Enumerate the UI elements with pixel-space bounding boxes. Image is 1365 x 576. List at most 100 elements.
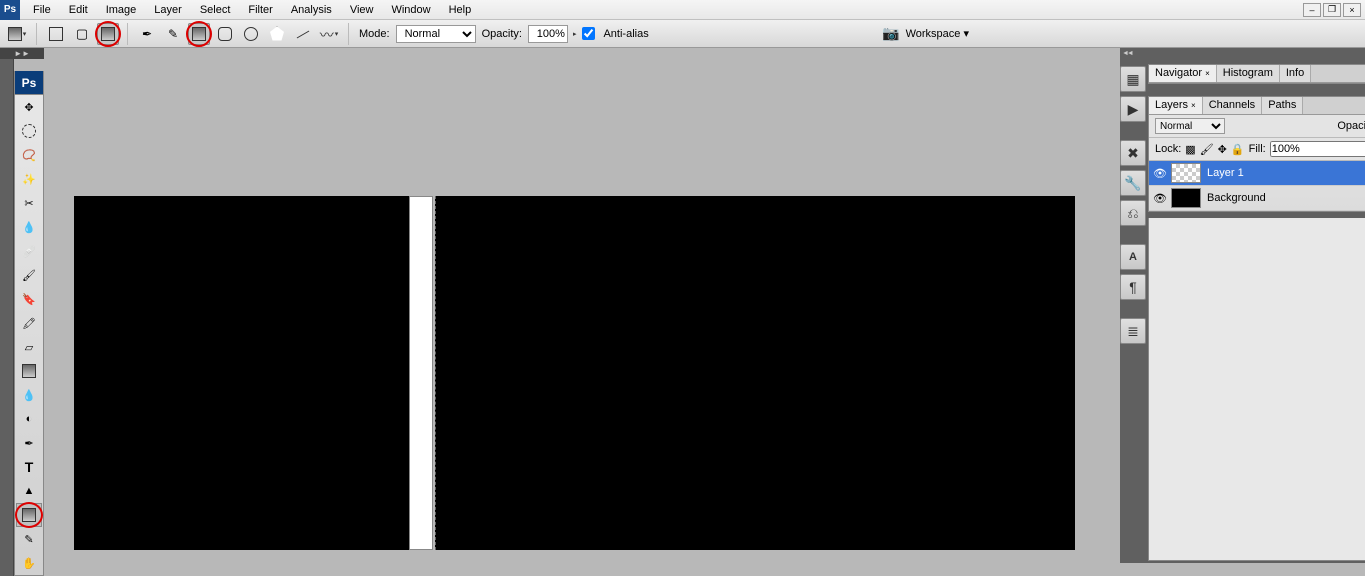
layer-fill-input[interactable] [1270, 141, 1365, 157]
hand-tool[interactable]: ✋ [16, 551, 42, 575]
canvas-black-region-left [74, 196, 409, 550]
lock-all-icon[interactable]: 🔒 [1231, 143, 1245, 156]
paths-tab[interactable]: Paths [1262, 97, 1303, 114]
path-selection-tool[interactable]: ▲ [16, 479, 42, 503]
opacity-flyout-icon[interactable]: ▸ [573, 30, 577, 38]
menu-window[interactable]: Window [382, 2, 439, 18]
menu-help[interactable]: Help [440, 2, 481, 18]
menu-analysis[interactable]: Analysis [282, 2, 341, 18]
layer-row[interactable]: 👁 Background 🔒 [1149, 186, 1365, 211]
eraser-tool[interactable]: ▱ [16, 335, 42, 359]
layer-blend-mode-select[interactable]: Normal [1155, 118, 1225, 134]
pen-tool[interactable]: ✒ [16, 431, 42, 455]
layers-tab[interactable]: Layers× [1149, 97, 1203, 114]
marquee-tool[interactable] [16, 119, 42, 143]
lock-image-icon[interactable]: 🖌 [1200, 143, 1214, 156]
layer-name[interactable]: Background [1207, 192, 1266, 204]
type-tool[interactable]: T [16, 455, 42, 479]
line-shape-icon[interactable] [292, 23, 314, 45]
toolbox-collapse-arrows[interactable]: ►► [0, 48, 44, 59]
lock-label: Lock: [1155, 143, 1181, 155]
tools-panel-icon[interactable]: ✖ [1120, 140, 1146, 166]
layer-visibility-icon[interactable]: 👁 [1153, 167, 1165, 180]
menu-file[interactable]: File [24, 2, 60, 18]
photoshop-logo: Ps [0, 0, 20, 20]
navigator-tab[interactable]: Navigator× [1149, 65, 1217, 82]
rectangle-shape-icon[interactable] [188, 23, 210, 45]
layer-opacity-label: Opacity: [1337, 120, 1365, 132]
canvas-white-strip [409, 196, 433, 550]
shape-layers-mode[interactable] [45, 23, 67, 45]
layer-name[interactable]: Layer 1 [1207, 167, 1244, 179]
navigator-panel-icon[interactable]: ▦ [1120, 66, 1146, 92]
fill-label: Fill: [1249, 143, 1266, 155]
eyedropper-tool[interactable]: 💧 [16, 215, 42, 239]
freeform-pen-icon[interactable]: ✎ [162, 23, 184, 45]
close-button[interactable]: × [1343, 3, 1361, 17]
lock-position-icon[interactable]: ✥ [1218, 143, 1227, 156]
workspace-switcher[interactable]: 📷 Workspace ▾ [882, 25, 969, 42]
move-tool[interactable]: ✥ [16, 95, 42, 119]
layer-thumbnail[interactable] [1171, 163, 1201, 183]
blur-tool[interactable]: 💧 [16, 383, 42, 407]
tool-preset-picker[interactable]: ▾ [6, 23, 28, 45]
rounded-rectangle-shape-icon[interactable] [214, 23, 236, 45]
navigator-panel: Navigator× Histogram Info [1148, 64, 1365, 84]
lasso-tool[interactable]: 📿 [16, 143, 42, 167]
menu-edit[interactable]: Edit [60, 2, 97, 18]
menu-view[interactable]: View [341, 2, 383, 18]
actions-panel-icon[interactable]: ⎌ [1120, 200, 1146, 226]
menu-select[interactable]: Select [191, 2, 240, 18]
polygon-shape-icon[interactable] [266, 23, 288, 45]
layer-thumbnail[interactable] [1171, 188, 1201, 208]
toolbox: Ps ✥ 📿 ✨ ✂ 💧 🩹 🖌 🔖 🖍 ▱ 💧 ◐ ✒ T ▲ ✎ [14, 71, 44, 576]
rectangle-tool[interactable] [16, 503, 42, 527]
channels-tab[interactable]: Channels [1203, 97, 1262, 114]
layer-comps-panel-icon[interactable]: ≣ [1120, 318, 1146, 344]
custom-shape-icon[interactable]: ▾ [318, 23, 340, 45]
histogram-tab[interactable]: Histogram [1217, 65, 1280, 82]
panel-empty-area [1148, 218, 1365, 561]
divider [127, 23, 128, 45]
antialias-label: Anti-alias [603, 28, 648, 40]
layer-visibility-icon[interactable]: 👁 [1153, 192, 1165, 205]
brush-tool[interactable]: 🖌 [16, 263, 42, 287]
info-tab[interactable]: Info [1280, 65, 1311, 82]
layers-panel: Layers× Channels Paths Normal Opacity: ▸… [1148, 96, 1365, 212]
layer-row[interactable]: 👁 Layer 1 [1149, 161, 1365, 186]
pen-shape-icon[interactable]: ✒ [136, 23, 158, 45]
dodge-tool[interactable]: ◐ [16, 407, 42, 431]
mode-label: Mode: [359, 28, 390, 40]
histogram-panel-icon[interactable]: ▶ [1120, 96, 1146, 122]
bridge-icon[interactable]: 📷 [882, 25, 899, 42]
magic-wand-tool[interactable]: ✨ [16, 167, 42, 191]
paragraph-panel-icon[interactable]: ¶ [1120, 274, 1146, 300]
history-brush-tool[interactable]: 🖍 [16, 311, 42, 335]
character-panel-icon[interactable]: A [1120, 244, 1146, 270]
collapsed-panel-dock: ▦ ▶ ✖ 🔧 ⎌ A ¶ ≣ [1120, 48, 1146, 563]
adjustments-panel-icon[interactable]: 🔧 [1120, 170, 1146, 196]
menu-layer[interactable]: Layer [145, 2, 191, 18]
notes-tool[interactable]: ✎ [16, 527, 42, 551]
window-controls: – ❐ × [1303, 3, 1365, 17]
healing-brush-tool[interactable]: 🩹 [16, 239, 42, 263]
crop-tool[interactable]: ✂ [16, 191, 42, 215]
paths-mode[interactable]: ▢ [71, 23, 93, 45]
gradient-tool[interactable] [16, 359, 42, 383]
minimize-button[interactable]: – [1303, 3, 1321, 17]
restore-button[interactable]: ❐ [1323, 3, 1341, 17]
ellipse-shape-icon[interactable] [240, 23, 262, 45]
lock-transparent-icon[interactable]: ▩ [1185, 143, 1195, 156]
options-bar: ▾ ▢ ✒ ✎ ▾ Mode: Normal Opacity: ▸ Anti-a… [0, 20, 1365, 48]
document-canvas[interactable] [74, 196, 1074, 550]
fill-pixels-mode[interactable] [97, 23, 119, 45]
canvas-black-region-right [435, 196, 1075, 550]
blend-mode-select[interactable]: Normal [396, 25, 476, 43]
menu-filter[interactable]: Filter [239, 2, 281, 18]
toolbox-dock-handle[interactable] [0, 59, 14, 576]
antialias-checkbox[interactable] [582, 27, 595, 40]
opacity-input[interactable] [528, 25, 568, 43]
clone-stamp-tool[interactable]: 🔖 [16, 287, 42, 311]
menu-bar: Ps File Edit Image Layer Select Filter A… [0, 0, 1365, 20]
menu-image[interactable]: Image [97, 2, 146, 18]
